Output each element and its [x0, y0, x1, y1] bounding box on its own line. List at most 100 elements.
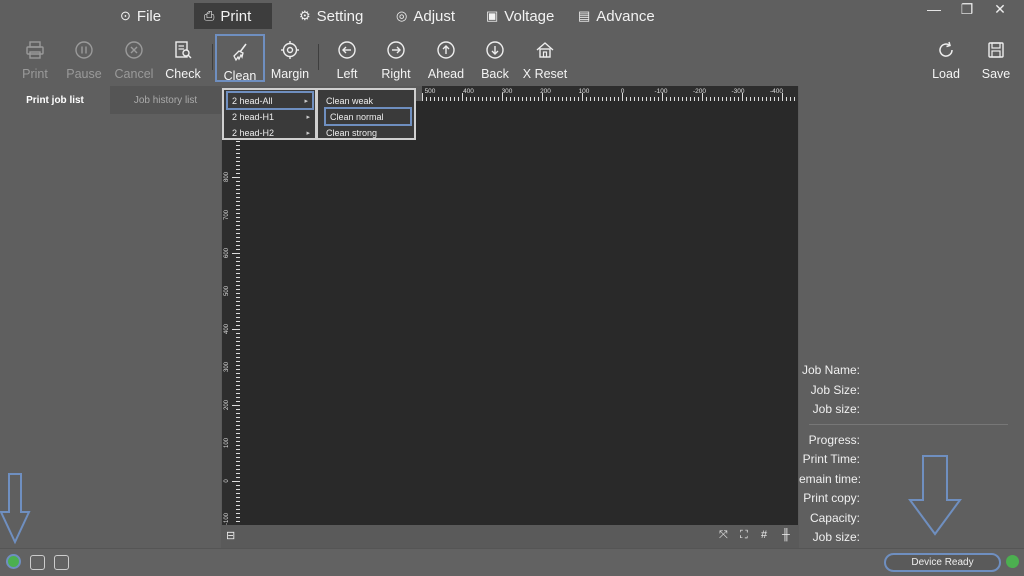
- ruler-label: -100: [654, 88, 667, 95]
- cancel-button[interactable]: Cancel: [109, 34, 159, 84]
- brush-icon: [230, 42, 250, 62]
- ruler-label: -300: [731, 88, 744, 95]
- check-button-label: Check: [165, 67, 201, 81]
- menu-voltage[interactable]: ▣ Voltage: [476, 3, 564, 29]
- info-icon[interactable]: [54, 555, 69, 570]
- left-button[interactable]: Left: [322, 34, 372, 84]
- menu-item-2-head-h1[interactable]: 2 head-H1 ▸: [228, 109, 314, 124]
- user-icon[interactable]: [30, 555, 45, 570]
- status-ok-icon: [1006, 555, 1019, 568]
- job-name-label: Job Name:: [801, 363, 860, 377]
- margin-button[interactable]: Margin: [265, 34, 315, 84]
- print-board[interactable]: [222, 101, 798, 525]
- menu-bar: ⊙ File ⎙ Print ⚙ Setting ◎ Adjust ▣ Volt…: [0, 0, 1024, 34]
- menu-print[interactable]: ⎙ Print: [194, 3, 272, 29]
- vertical-ruler-ticks: 800 700 600 500 400 300 200 100 0 -100: [224, 101, 240, 525]
- menu-item-2-head-h2[interactable]: 2 head-H2 ▸: [228, 125, 314, 140]
- cancel-icon: [124, 40, 144, 60]
- vertical-ruler: 800 700 600 500 400 300 200 100 0 -100: [222, 101, 240, 525]
- ruler-label: 0: [621, 88, 625, 95]
- menu-adjust-label: Adjust: [413, 7, 456, 25]
- tab-job-history-list[interactable]: Job history list: [110, 86, 221, 114]
- save-button[interactable]: Save: [971, 34, 1021, 84]
- ruler-label: 400: [463, 88, 474, 95]
- arrow-up-icon: [436, 40, 456, 60]
- clean-button[interactable]: Clean: [215, 34, 265, 83]
- back-button[interactable]: Back: [470, 34, 520, 84]
- remain-time-label: emain time:: [799, 472, 862, 486]
- right-button[interactable]: Right: [371, 34, 421, 84]
- canvas-bottom-bar: ⊟ ⤧ ⛶ # ╫: [222, 525, 798, 548]
- ahead-button-label: Ahead: [427, 67, 465, 81]
- printer-icon: ⎙: [204, 8, 215, 23]
- menu-item-clean-weak[interactable]: Clean weak: [322, 93, 410, 108]
- file-icon: ⊙: [120, 8, 131, 23]
- grid-icon[interactable]: #: [761, 529, 767, 541]
- save-button-label: Save: [981, 67, 1011, 81]
- adjust-icon: ◎: [396, 8, 408, 23]
- back-button-label: Back: [481, 67, 509, 81]
- job-size-label: Job Size:: [810, 383, 860, 397]
- menu-advance-label: Advance: [596, 7, 655, 25]
- toolbar: Print Pause Cancel Check Clean Margin Le…: [0, 34, 1024, 86]
- close-icon[interactable]: ✕: [990, 1, 1010, 18]
- chevron-right-icon: ▸: [304, 97, 308, 105]
- pause-button[interactable]: Pause: [59, 34, 109, 84]
- ruler-label: 200: [224, 399, 230, 410]
- clean-level-submenu: Clean weak Clean normal Clean strong: [316, 88, 416, 140]
- ruler-label: -200: [693, 88, 706, 95]
- layer-icon[interactable]: ⊟: [226, 529, 235, 542]
- annotation-arrow-down-icon: [0, 473, 31, 545]
- load-button[interactable]: Load: [921, 34, 971, 84]
- ruler-label: 300: [224, 361, 230, 372]
- menu-item-clean-strong[interactable]: Clean strong: [322, 125, 410, 140]
- ruler-label: 600: [224, 247, 230, 258]
- cancel-button-label: Cancel: [114, 67, 154, 81]
- printer-icon: [25, 40, 45, 60]
- maximize-icon[interactable]: ❐: [957, 1, 977, 18]
- chevron-right-icon: ▸: [306, 113, 310, 121]
- chevron-right-icon: ▸: [306, 129, 310, 137]
- x-reset-button[interactable]: X Reset: [520, 34, 570, 84]
- check-button[interactable]: Check: [158, 34, 208, 84]
- arrow-left-icon: [337, 40, 357, 60]
- fit-icon[interactable]: ⤧: [719, 529, 728, 542]
- menu-voltage-label: Voltage: [504, 7, 555, 25]
- print-copy-label: Print copy:: [803, 491, 860, 505]
- ruler-label: 300: [502, 88, 513, 95]
- print-button-label: Print: [22, 67, 48, 81]
- ruler-label: 500: [224, 285, 230, 296]
- menu-item-2-head-h2-label: 2 head-H2: [232, 127, 275, 138]
- clean-dropdown-menu: 2 head-All ▸ 2 head-H1 ▸ 2 head-H2 ▸: [222, 88, 317, 140]
- progress-label: Progress:: [808, 433, 860, 447]
- right-button-label: Right: [381, 67, 411, 81]
- margin-button-label: Margin: [270, 67, 310, 81]
- menu-adjust[interactable]: ◎ Adjust: [386, 3, 465, 29]
- horizontal-ruler: 500 400 300 200 100 0 -100 -200 -300 -400: [422, 86, 798, 101]
- left-button-label: Left: [336, 67, 358, 81]
- pause-button-label: Pause: [66, 67, 102, 81]
- align-icon[interactable]: ╫: [782, 529, 790, 541]
- menu-file[interactable]: ⊙ File: [110, 3, 171, 29]
- menu-print-label: Print: [220, 7, 252, 25]
- menu-item-clean-normal[interactable]: Clean normal: [324, 107, 412, 126]
- home-icon: [535, 40, 555, 60]
- toolbar-separator: [318, 44, 319, 70]
- device-status-badge: Device Ready: [884, 553, 1001, 572]
- load-button-label: Load: [932, 67, 960, 81]
- tab-print-job-list[interactable]: Print job list: [0, 86, 110, 114]
- ruler-label: 200: [540, 88, 551, 95]
- x-reset-button-label: X Reset: [522, 67, 568, 81]
- minimize-icon[interactable]: —: [924, 1, 944, 17]
- ahead-button[interactable]: Ahead: [421, 34, 471, 84]
- ruler-label: -400: [770, 88, 783, 95]
- menu-setting[interactable]: ⚙ Setting: [289, 3, 373, 29]
- expand-icon[interactable]: ⛶: [740, 529, 748, 542]
- check-document-icon: [173, 40, 193, 60]
- job-size-label: Job size:: [812, 530, 860, 544]
- menu-advance[interactable]: ▤ Advance: [568, 3, 665, 29]
- menu-item-2-head-all[interactable]: 2 head-All ▸: [226, 91, 314, 110]
- print-button[interactable]: Print: [10, 34, 60, 84]
- floppy-disk-icon: [986, 40, 1006, 60]
- connection-icon[interactable]: [6, 554, 21, 569]
